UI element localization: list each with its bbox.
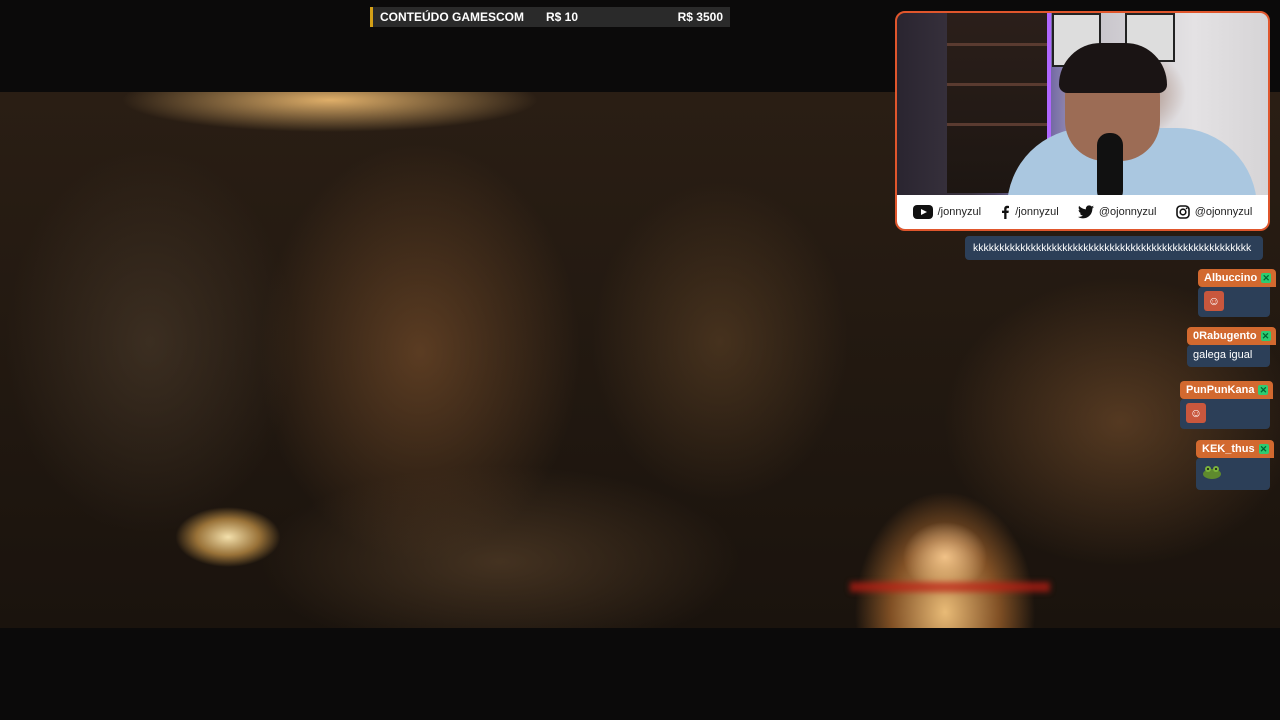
username-text: 0Rabugento bbox=[1193, 330, 1257, 342]
badge-icon: ✕ bbox=[1258, 444, 1269, 454]
goal-target-amount: R$ 3500 bbox=[677, 10, 723, 24]
shelf-board bbox=[947, 123, 1047, 126]
chat-username: 0Rabugento ✕ bbox=[1187, 327, 1276, 345]
youtube-handle: /jonnyzul bbox=[937, 206, 982, 218]
microphone bbox=[1097, 133, 1123, 203]
badge-icon: ✕ bbox=[1258, 385, 1269, 395]
candle-decoration bbox=[850, 582, 1050, 592]
username-text: KEK_thus bbox=[1202, 443, 1255, 455]
instagram-handle: @ojonnyzul bbox=[1194, 206, 1253, 218]
chat-previous-message: kkkkkkkkkkkkkkkkkkkkkkkkkkkkkkkkkkkkkkkk… bbox=[965, 236, 1263, 260]
badge-icon: ✕ bbox=[1260, 331, 1271, 341]
face-emote-icon: ☺ bbox=[1204, 291, 1224, 311]
social-instagram: @ojonnyzul bbox=[1175, 205, 1253, 219]
social-youtube: /jonnyzul bbox=[912, 205, 982, 219]
chat-message-body: ☺ bbox=[1198, 287, 1270, 317]
goal-label: CONTEÚDO GAMESCOM bbox=[380, 10, 524, 24]
social-twitter: @ojonnyzul bbox=[1077, 205, 1157, 219]
facebook-handle: /jonnyzul bbox=[1015, 206, 1059, 218]
username-text: Albuccino bbox=[1204, 272, 1258, 284]
chat-message-body: galega igual bbox=[1187, 345, 1270, 367]
face-emote-icon: ☺ bbox=[1186, 403, 1206, 423]
chat-message-body: ☺ bbox=[1180, 399, 1270, 429]
chat-message: Albuccino ✕ ☺ bbox=[1198, 269, 1277, 317]
chat-username: PunPunKana ✕ bbox=[1180, 381, 1274, 399]
chat-message: KEK_thus ✕ bbox=[1196, 440, 1274, 490]
shelf-board bbox=[947, 43, 1047, 46]
frog-emote-icon bbox=[1202, 462, 1222, 482]
username-text: PunPunKana bbox=[1186, 384, 1255, 396]
chat-message-body bbox=[1196, 458, 1270, 490]
chat-message: 0Rabugento ✕ galega igual bbox=[1187, 327, 1276, 367]
donation-goal-bar: CONTEÚDO GAMESCOM R$ 10 R$ 3500 bbox=[370, 7, 730, 27]
letterbox-bottom bbox=[0, 628, 1280, 720]
twitter-handle: @ojonnyzul bbox=[1098, 206, 1157, 218]
chat-message: PunPunKana ✕ ☺ bbox=[1180, 381, 1274, 429]
facebook-icon bbox=[1002, 205, 1010, 219]
youtube-icon bbox=[912, 205, 933, 219]
instagram-icon bbox=[1175, 205, 1190, 219]
webcam-overlay: /jonnyzul /jonnyzul @ojonnyzul @ojonnyzu… bbox=[895, 11, 1270, 231]
shelf-board bbox=[947, 83, 1047, 86]
badge-icon: ✕ bbox=[1261, 273, 1272, 283]
social-facebook: /jonnyzul bbox=[1000, 205, 1059, 219]
chat-username: KEK_thus ✕ bbox=[1196, 440, 1274, 458]
social-links-strip: /jonnyzul /jonnyzul @ojonnyzul @ojonnyzu… bbox=[897, 195, 1268, 229]
goal-current-amount: R$ 10 bbox=[546, 10, 579, 24]
chat-username: Albuccino ✕ bbox=[1198, 269, 1277, 287]
twitter-icon bbox=[1077, 205, 1094, 219]
